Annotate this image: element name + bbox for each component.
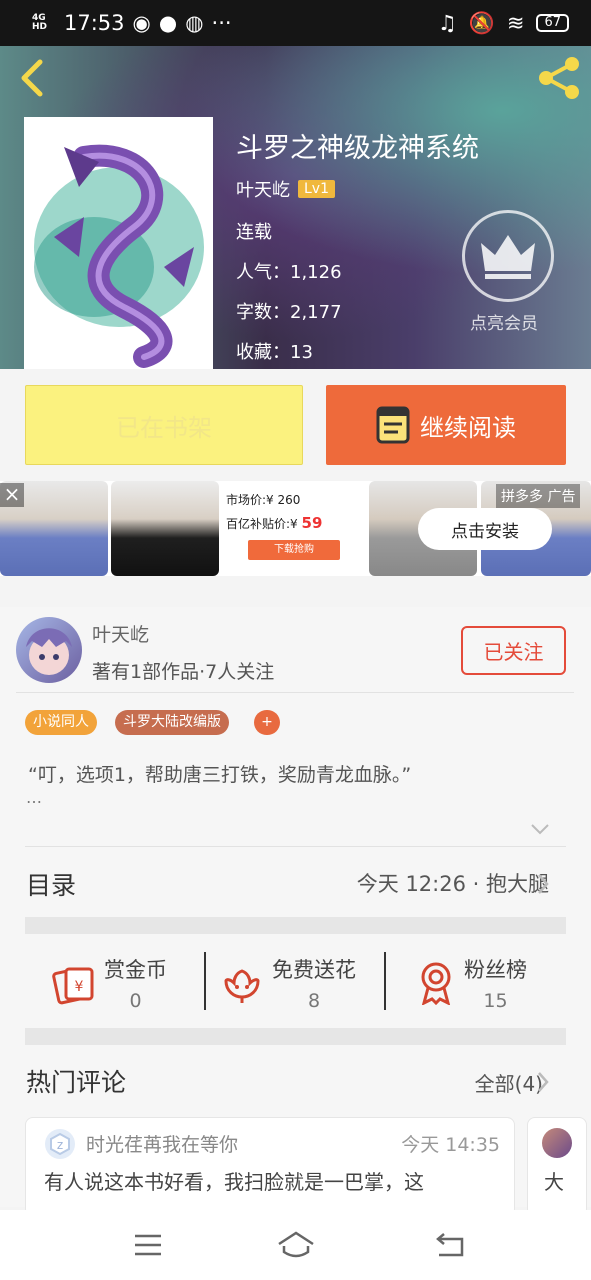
vip-label[interactable]: 点亮会员 [470, 309, 538, 334]
comment-card[interactable]: z 时光荏苒我在等你 今天 14:35 有人说这本书好看，我扫脸就是一巴掌，这 [25, 1117, 515, 1217]
reward-flowers-label: 免费送花 [272, 958, 356, 982]
vip-button[interactable] [462, 210, 554, 302]
ad-buy-button[interactable]: 下载抢购 [248, 540, 340, 560]
reward-coins-label: 赏金币 [104, 958, 167, 982]
continue-reading-label: 继续阅读 [420, 413, 516, 442]
ad-subsidy-row: 百亿补贴价:¥ 59 [226, 514, 366, 532]
reward-fan-ranking-text: 粉丝榜 15 [464, 954, 527, 1012]
reward-flowers-text: 免费送花 8 [272, 954, 356, 1012]
more-notifications-icon: ··· [211, 11, 232, 35]
comment-text: 大 [544, 1170, 564, 1194]
menu-icon[interactable] [132, 1232, 164, 1258]
svg-text:z: z [57, 1138, 63, 1152]
flower-icon [224, 969, 260, 1003]
network-indicator: 4G HD [32, 13, 48, 32]
headphone-icon: ♫ [437, 11, 457, 35]
divider [384, 952, 386, 1010]
status-bar: 4G HD 17:53 ◉ ● ◍ ··· ♫ 🔕 ≋ 67 [0, 0, 591, 46]
comment-time: 今天 14:35 [401, 1134, 500, 1156]
ad-market-price: 市场价:¥ 260 [226, 493, 301, 507]
book-cover[interactable] [24, 117, 213, 369]
app-notification-icon: ◉ [132, 11, 151, 35]
follow-button[interactable]: 已关注 [461, 626, 566, 675]
excerpt-ellipsis: … [26, 788, 42, 807]
book-popularity: 人气：1,126 [236, 262, 342, 283]
book-author[interactable]: 叶天屹 [236, 176, 290, 202]
book-favorites: 收藏：13 [236, 342, 313, 363]
reward-coins-value: 0 [129, 990, 142, 1012]
share-icon[interactable] [536, 54, 584, 102]
speed-notification-icon: ◍ [185, 11, 204, 35]
author-avatar[interactable] [16, 617, 82, 683]
medal-icon [421, 962, 451, 1005]
author-row: 叶天屹 Lv1 [236, 176, 335, 202]
author-level-badge: Lv1 [298, 180, 335, 198]
reward-flowers-value: 8 [307, 990, 321, 1012]
home-icon[interactable] [276, 1230, 316, 1260]
comment-card[interactable]: 大 [527, 1117, 587, 1217]
ad-subsidy-price: 百亿补贴价:¥ [226, 517, 298, 531]
chevron-right-icon[interactable] [536, 872, 550, 896]
crown-icon [481, 235, 535, 279]
ad-install-button[interactable]: 点击安装 [418, 508, 552, 550]
tag-douluo-adaptation[interactable]: 斗罗大陆改编版 [115, 710, 229, 735]
dragon-cover-image [34, 144, 204, 368]
book-status: 连载 [236, 222, 272, 243]
reward-fan-ranking[interactable]: 粉丝榜 15 [416, 954, 527, 1012]
system-nav-bar [0, 1210, 591, 1280]
hot-comments-title: 热门评论 [26, 1068, 127, 1097]
back-nav-icon[interactable] [434, 1230, 468, 1260]
svg-text:¥: ¥ [75, 979, 84, 995]
clock: 17:53 [64, 11, 125, 35]
book-icon [376, 406, 410, 444]
avatar-image [26, 628, 72, 675]
ad-price-panel[interactable]: 市场价:¥ 260 百亿补贴价:¥ 59 下载抢购 [226, 491, 366, 560]
section-separator [25, 1028, 566, 1045]
tag-fanfic[interactable]: 小说同人 [25, 710, 97, 735]
reward-flowers[interactable]: 免费送花 8 [222, 954, 356, 1012]
ad-product-image[interactable] [111, 481, 219, 576]
commenter-avatar[interactable] [542, 1128, 572, 1158]
book-header: 斗罗之神级龙神系统 叶天屹 Lv1 连载 人气：1,126 字数：2,177 收… [0, 46, 591, 369]
battery-indicator: 67 [536, 14, 569, 32]
commenter-name[interactable]: 时光荏苒我在等你 [86, 1130, 238, 1157]
divider [204, 952, 206, 1010]
reward-coins[interactable]: ¥ 赏金币 0 [52, 954, 167, 1012]
divider [16, 692, 574, 693]
comment-text: 有人说这本书好看，我扫脸就是一巴掌，这 [44, 1170, 424, 1194]
ad-subsidy-value: 59 [301, 514, 323, 532]
section-separator [25, 917, 566, 934]
book-title: 斗罗之神级龙神系统 [236, 133, 479, 164]
qq-notification-icon: ● [158, 11, 178, 35]
ad-close-button[interactable]: × [0, 483, 24, 507]
chevron-right-icon[interactable] [536, 1070, 550, 1094]
divider [25, 846, 566, 847]
ad-source-tag: 拼多多 广告 [496, 484, 581, 508]
back-icon[interactable] [14, 56, 54, 100]
reward-fan-ranking-label: 粉丝榜 [464, 958, 527, 982]
continue-reading-button[interactable]: 继续阅读 [326, 385, 566, 465]
coin-envelope-icon: ¥ [52, 967, 94, 1005]
all-comments-link[interactable]: 全部(4) [475, 1068, 543, 1097]
reward-coins-text: 赏金币 0 [104, 954, 167, 1012]
reward-fan-ranking-value: 15 [483, 990, 508, 1012]
expand-chevron-icon[interactable] [530, 822, 550, 836]
author-info: 著有1部作品·7人关注 [92, 661, 275, 683]
add-tag-button[interactable]: + [254, 710, 280, 735]
book-word-count: 字数：2,177 [236, 302, 342, 323]
toc-title[interactable]: 目录 [26, 866, 76, 902]
book-excerpt: “叮，选项1，帮助唐三打铁，奖励青龙血脉。” [28, 764, 412, 786]
mute-icon: 🔕 [468, 10, 495, 35]
commenter-avatar-icon[interactable]: z [44, 1128, 76, 1160]
wifi-icon: ≋ [506, 11, 525, 35]
toc-latest-update[interactable]: 今天 12:26 · 抱大腿 [357, 868, 549, 898]
in-shelf-button[interactable]: 已在书架 [25, 385, 303, 465]
author-name[interactable]: 叶天屹 [92, 620, 149, 647]
